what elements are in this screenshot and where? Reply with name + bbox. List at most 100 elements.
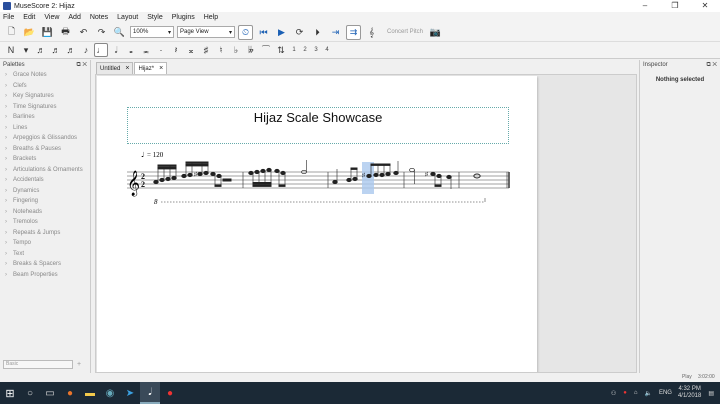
metronome-icon[interactable]: ⏵ (310, 25, 325, 40)
augmentation-dot-icon[interactable]: · (154, 43, 168, 57)
palette-item[interactable]: › Barlines (0, 112, 90, 123)
volume-icon[interactable]: 🔈 (644, 390, 651, 397)
task-view-icon[interactable]: ▭ (40, 382, 60, 404)
tab-hijaz[interactable]: Hijaz* × (134, 62, 168, 74)
network-icon[interactable]: ⌂ (634, 390, 638, 396)
print-icon[interactable]: 🖶 (58, 25, 73, 40)
view-mode-select[interactable]: Page View ▾ (177, 26, 235, 38)
palette-item[interactable]: › Breaths & Pauses (0, 144, 90, 155)
half-note-icon[interactable]: 𝅗𝅥 (109, 43, 123, 57)
zoom-select[interactable]: 100% ▾ (130, 26, 174, 38)
double-sharp-icon[interactable]: 𝄪 (184, 43, 198, 57)
loop-icon[interactable]: ⟳ (292, 25, 307, 40)
music-staff[interactable]: ♩ = 120 𝄞 2 2 ♯ ♯ ♯ 8 (97, 146, 537, 286)
thirty-second-note-icon[interactable]: ♬ (49, 43, 63, 57)
palette-item[interactable]: › Tremolos (0, 217, 90, 228)
windows-start-icon[interactable]: ⊞ (0, 382, 20, 404)
palette-item[interactable]: › Brackets (0, 154, 90, 165)
add-workspace-icon[interactable]: + (77, 361, 81, 368)
play-icon[interactable]: ▶ (274, 25, 289, 40)
menu-help[interactable]: Help (204, 14, 218, 21)
palette-item[interactable]: › Noteheads (0, 207, 90, 218)
palette-item[interactable]: › Text (0, 249, 90, 260)
close-icon[interactable]: × (159, 65, 163, 72)
palette-item[interactable]: › Fingering (0, 196, 90, 207)
palette-item[interactable]: › Clefs (0, 81, 90, 92)
score-canvas[interactable]: Hijaz Scale Showcase ♩ = 120 𝄞 2 2 ♯ ♯ ♯… (95, 74, 637, 373)
undo-icon[interactable]: ↶ (76, 25, 91, 40)
open-folder-icon[interactable]: 📂 (22, 25, 37, 40)
palette-item[interactable]: › Repeats & Jumps (0, 228, 90, 239)
flat-icon[interactable]: ♭ (229, 43, 243, 57)
chevron-down-icon[interactable]: ▾ (19, 43, 33, 57)
tab-untitled[interactable]: Untitled × (96, 62, 134, 74)
file-explorer-icon[interactable]: ▬ (80, 382, 100, 404)
rewind-icon[interactable]: ⏮ (256, 25, 271, 40)
sixty-fourth-note-icon[interactable]: ♬ (34, 43, 48, 57)
menu-file[interactable]: File (3, 14, 14, 21)
rest-icon[interactable]: 𝄽 (169, 43, 183, 57)
keyboard-language[interactable]: ENG (659, 390, 672, 396)
mixer-icon[interactable]: 𝄞 (364, 25, 379, 40)
quarter-note-icon[interactable]: ♩ (94, 43, 108, 57)
menu-notes[interactable]: Notes (90, 14, 108, 21)
notifications-icon[interactable]: ▤ (708, 390, 714, 397)
whole-note-icon[interactable]: 𝅝 (124, 43, 138, 57)
close-button[interactable]: ✕ (690, 0, 720, 12)
voice-1-button[interactable]: 1 (289, 43, 299, 57)
palette-item[interactable]: › Key Signatures (0, 91, 90, 102)
tie-icon[interactable]: ⁀ (259, 43, 273, 57)
panel-float-close-icon[interactable]: ⧉ ✕ (76, 62, 87, 69)
palette-item[interactable]: › Time Signatures (0, 102, 90, 113)
redo-icon[interactable]: ↷ (94, 25, 109, 40)
people-icon[interactable]: ⚇ (611, 390, 616, 397)
voice-3-button[interactable]: 3 (311, 43, 321, 57)
voice-2-button[interactable]: 2 (300, 43, 310, 57)
image-capture-icon[interactable]: 📷 (428, 25, 443, 40)
new-score-icon[interactable]: 🗋 (4, 25, 19, 40)
double-whole-note-icon[interactable]: 𝅜 (139, 43, 153, 57)
palette-item[interactable]: › Lines (0, 123, 90, 134)
score-page[interactable]: Hijaz Scale Showcase ♩ = 120 𝄞 2 2 ♯ ♯ ♯… (97, 76, 537, 372)
telegram-icon[interactable]: ➤ (120, 382, 140, 404)
flip-direction-icon[interactable]: ⇅ (274, 43, 288, 57)
palette-item[interactable]: › Beam Properties (0, 270, 90, 281)
browser-icon[interactable]: ◉ (100, 382, 120, 404)
note-input-mode-icon[interactable]: ⏲ (238, 24, 253, 40)
voice-4-button[interactable]: 4 (322, 43, 332, 57)
score-title[interactable]: Hijaz Scale Showcase (128, 110, 508, 125)
save-icon[interactable]: 💾 (40, 25, 55, 40)
panel-float-close-icon[interactable]: ⧉ ✕ (706, 62, 717, 69)
menu-edit[interactable]: Edit (23, 14, 35, 21)
palette-item[interactable]: › Tempo (0, 238, 90, 249)
zoom-magnifier-icon[interactable]: 🔍 (112, 25, 127, 40)
search-icon[interactable]: ○ (20, 382, 40, 404)
menu-add[interactable]: Add (68, 14, 80, 21)
palette-item[interactable]: › Accidentals (0, 175, 90, 186)
recording-indicator-icon[interactable]: ● (623, 390, 627, 396)
maximize-button[interactable]: ❐ (660, 0, 690, 12)
sharp-icon[interactable]: ♯ (199, 43, 213, 57)
palette-item[interactable]: › Grace Notes (0, 70, 90, 81)
note-input-pen-icon[interactable]: N (4, 43, 18, 57)
pan-score-icon[interactable]: ⇉ (346, 24, 361, 40)
palette-item[interactable]: › Articulations & Ornaments (0, 165, 90, 176)
taskbar-clock[interactable]: 4:32 PM 4/1/2018 (678, 386, 701, 400)
double-flat-icon[interactable]: 𝄫 (244, 43, 258, 57)
close-icon[interactable]: × (125, 65, 129, 72)
concert-pitch-toggle[interactable]: Concert Pitch (387, 29, 423, 35)
firefox-icon[interactable]: ● (60, 382, 80, 404)
palette-item[interactable]: › Dynamics (0, 186, 90, 197)
menu-layout[interactable]: Layout (117, 14, 138, 21)
record-icon[interactable]: ● (160, 382, 180, 404)
menu-style[interactable]: Style (147, 14, 163, 21)
menu-plugins[interactable]: Plugins (172, 14, 195, 21)
sixteenth-note-icon[interactable]: ♬ (64, 43, 78, 57)
palette-item[interactable]: › Arpeggios & Glissandos (0, 133, 90, 144)
title-frame[interactable]: Hijaz Scale Showcase (127, 107, 509, 144)
menu-view[interactable]: View (44, 14, 59, 21)
eighth-note-icon[interactable]: ♪ (79, 43, 93, 57)
palette-item[interactable]: › Breaks & Spacers (0, 259, 90, 270)
minimize-button[interactable]: – (630, 0, 660, 12)
play-repeats-icon[interactable]: ⇥ (328, 25, 343, 40)
